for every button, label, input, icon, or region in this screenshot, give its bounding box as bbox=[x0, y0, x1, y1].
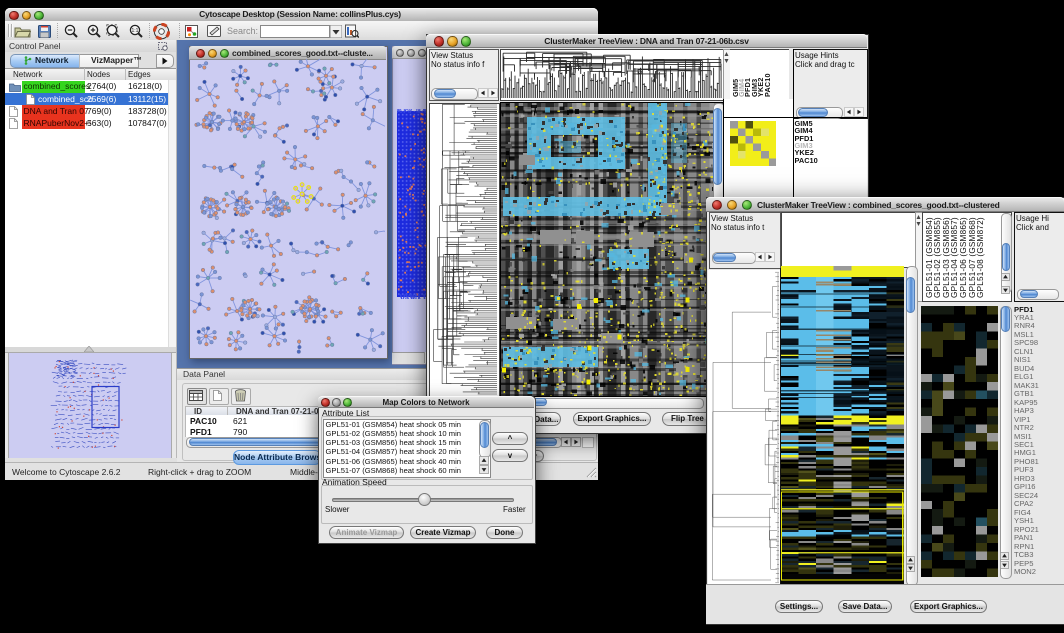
svg-text:1:1: 1:1 bbox=[132, 28, 139, 34]
